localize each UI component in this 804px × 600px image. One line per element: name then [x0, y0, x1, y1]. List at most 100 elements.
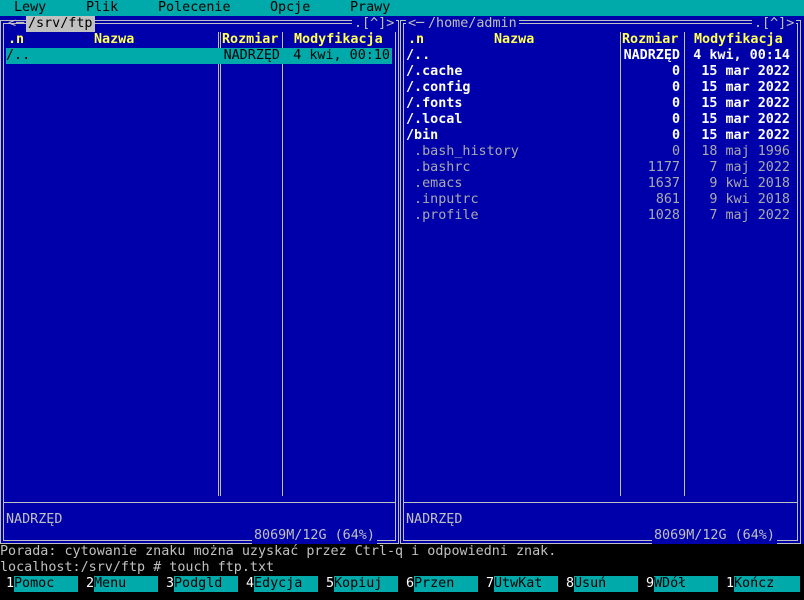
- right-file-name: .bash_history: [406, 144, 519, 159]
- function-key-bar: 1 Pomoc 2 Menu 3 Podgld 4 Edycja 5 Kopiuj 6 Przen 7 U…: [0, 576, 804, 592]
- fkey-move-button[interactable]: 6 Przen: [400, 576, 480, 592]
- fkey-label: Menu: [94, 576, 158, 592]
- right-file-size: 0: [671, 144, 680, 159]
- command-line[interactable]: localhost:/srv/ftp # touch ftp.txt: [0, 560, 274, 576]
- right-file-row[interactable]: .bash_history 0 18 maj 1996: [406, 144, 794, 160]
- left-col-size[interactable]: Rozmiar: [222, 32, 278, 48]
- right-file-row[interactable]: /.config 0 15 mar 2022: [406, 80, 794, 96]
- fkey-delete-button[interactable]: 8 Usuń: [560, 576, 640, 592]
- fkey-mkdir-button[interactable]: 7 UtwKat: [480, 576, 560, 592]
- right-panel-arrows[interactable]: <─: [406, 16, 427, 32]
- fkey-label: Edycja: [254, 576, 318, 592]
- right-file-size: 1177: [647, 160, 680, 175]
- left-free-space: 8069M/12G (64%): [252, 528, 377, 544]
- left-file-size: NADRZĘD: [223, 48, 280, 63]
- right-file-date: 9 kwi 2018: [709, 176, 790, 191]
- fkey-label: Kończ: [734, 576, 800, 592]
- fkey-number: 9: [646, 576, 655, 592]
- menu-bar: Lewy Plik Polecenie Opcje Prawy: [0, 0, 804, 16]
- fkey-label: Pomoc: [14, 576, 78, 592]
- left-col-divider-1: [218, 32, 219, 496]
- fkey-copy-button[interactable]: 5 Kopiuj: [320, 576, 400, 592]
- right-file-row[interactable]: .inputrc 861 9 kwi 2018: [406, 192, 794, 208]
- menu-prawy[interactable]: Prawy: [350, 0, 390, 16]
- right-col-sort[interactable]: .n: [408, 32, 424, 48]
- left-panel-frame: [0, 20, 399, 544]
- right-file-name: /..: [406, 48, 431, 63]
- left-col-name[interactable]: Nazwa: [94, 32, 134, 48]
- right-file-size: NADRZĘD: [623, 48, 680, 63]
- right-file-date: 15 mar 2022: [701, 128, 790, 143]
- hint-line: Porada: cytowanie znaku można uzyskać pr…: [0, 544, 557, 559]
- fkey-edit-button[interactable]: 4 Edycja: [240, 576, 320, 592]
- fkey-number: 4: [246, 576, 255, 592]
- bottom-strip: [0, 592, 804, 600]
- fkey-number: 8: [566, 576, 575, 592]
- right-col-mtime[interactable]: Modyfikacja: [694, 32, 783, 48]
- fkey-label: Usuń: [574, 576, 638, 592]
- right-file-size: 861: [655, 192, 680, 207]
- fkey-number: 3: [166, 576, 175, 592]
- right-file-size: 0: [671, 64, 680, 79]
- left-file-row[interactable]: /.. NADRZĘD 4 kwi, 00:10: [6, 48, 392, 64]
- right-file-date: 18 maj 1996: [701, 144, 790, 159]
- fkey-number: 1: [6, 576, 15, 592]
- fkey-quit-button[interactable]: 10Kończ: [720, 576, 804, 592]
- right-file-size: 0: [671, 80, 680, 95]
- fkey-label: UtwKat: [494, 576, 558, 592]
- left-col-divider-1b: [220, 32, 221, 496]
- right-file-row[interactable]: /.local 0 15 mar 2022: [406, 112, 794, 128]
- right-file-size: 0: [671, 96, 680, 111]
- left-panel[interactable]: <─ /srv/ftp .[^]> .n Nazwa Rozmiar Modyf…: [0, 16, 400, 544]
- fkey-number: 6: [406, 576, 415, 592]
- right-file-date: 15 mar 2022: [701, 112, 790, 127]
- right-file-date: 4 kwi, 00:14: [693, 48, 790, 63]
- right-file-row[interactable]: /.. NADRZĘD 4 kwi, 00:14: [406, 48, 794, 64]
- right-file-row[interactable]: /.fonts 0 15 mar 2022: [406, 96, 794, 112]
- left-panel-arrows[interactable]: <─: [6, 16, 26, 32]
- right-col-name[interactable]: Nazwa: [494, 32, 534, 48]
- right-col-size[interactable]: Rozmiar: [622, 32, 678, 48]
- left-status-divider: [4, 502, 396, 503]
- right-file-date: 15 mar 2022: [701, 80, 790, 95]
- fkey-view-button[interactable]: 3 Podgld: [160, 576, 240, 592]
- fkey-label: Przen: [414, 576, 478, 592]
- right-file-date: 9 kwi 2018: [709, 192, 790, 207]
- fkey-number: 2: [86, 576, 95, 592]
- right-file-date: 7 maj 2022: [709, 160, 790, 175]
- right-panel[interactable]: <─ /home/admin .[^]> .n Nazwa Rozmiar Mo…: [400, 16, 804, 544]
- left-status: NADRZĘD: [6, 512, 63, 527]
- right-file-row[interactable]: /bin 0 15 mar 2022: [406, 128, 794, 144]
- fkey-label: Podgld: [174, 576, 238, 592]
- right-file-size: 1637: [647, 176, 680, 191]
- right-status-divider: [404, 502, 798, 503]
- fkey-help-button[interactable]: 1 Pomoc: [0, 576, 80, 592]
- right-file-name: /.local: [406, 112, 463, 127]
- right-file-name: /.cache: [406, 64, 463, 79]
- left-col-mtime[interactable]: Modyfikacja: [294, 32, 383, 48]
- left-panel-path[interactable]: /srv/ftp: [26, 16, 95, 32]
- right-file-name: /.fonts: [406, 96, 463, 111]
- right-file-size: 0: [671, 112, 680, 127]
- right-file-name: .bashrc: [406, 160, 471, 175]
- fkey-pulldown-button[interactable]: 9 WDół: [640, 576, 720, 592]
- right-free-space: 8069M/12G (64%): [652, 528, 777, 544]
- right-panel-path[interactable]: /home/admin: [426, 16, 519, 32]
- right-file-row[interactable]: .bashrc 1177 7 maj 2022: [406, 160, 794, 176]
- fkey-label: WDół: [654, 576, 718, 592]
- left-panel-corner[interactable]: .[^]>: [352, 16, 397, 32]
- right-file-name: /bin: [406, 128, 439, 143]
- right-file-date: 7 maj 2022: [709, 208, 790, 223]
- menu-opcje[interactable]: Opcje: [270, 0, 310, 16]
- left-col-sort[interactable]: .n: [8, 32, 24, 48]
- right-file-name: .emacs: [406, 176, 463, 191]
- menu-polecenie[interactable]: Polecenie: [158, 0, 231, 16]
- right-panel-corner[interactable]: .[^]>: [752, 16, 797, 32]
- right-file-row[interactable]: .emacs 1637 9 kwi 2018: [406, 176, 794, 192]
- menu-plik[interactable]: Plik: [86, 0, 118, 16]
- right-file-row[interactable]: /.cache 0 15 mar 2022: [406, 64, 794, 80]
- fkey-menu-button[interactable]: 2 Menu: [80, 576, 160, 592]
- menu-lewy[interactable]: Lewy: [14, 0, 46, 16]
- right-file-size: 0: [671, 128, 680, 143]
- right-file-row[interactable]: .profile 1028 7 maj 2022: [406, 208, 794, 224]
